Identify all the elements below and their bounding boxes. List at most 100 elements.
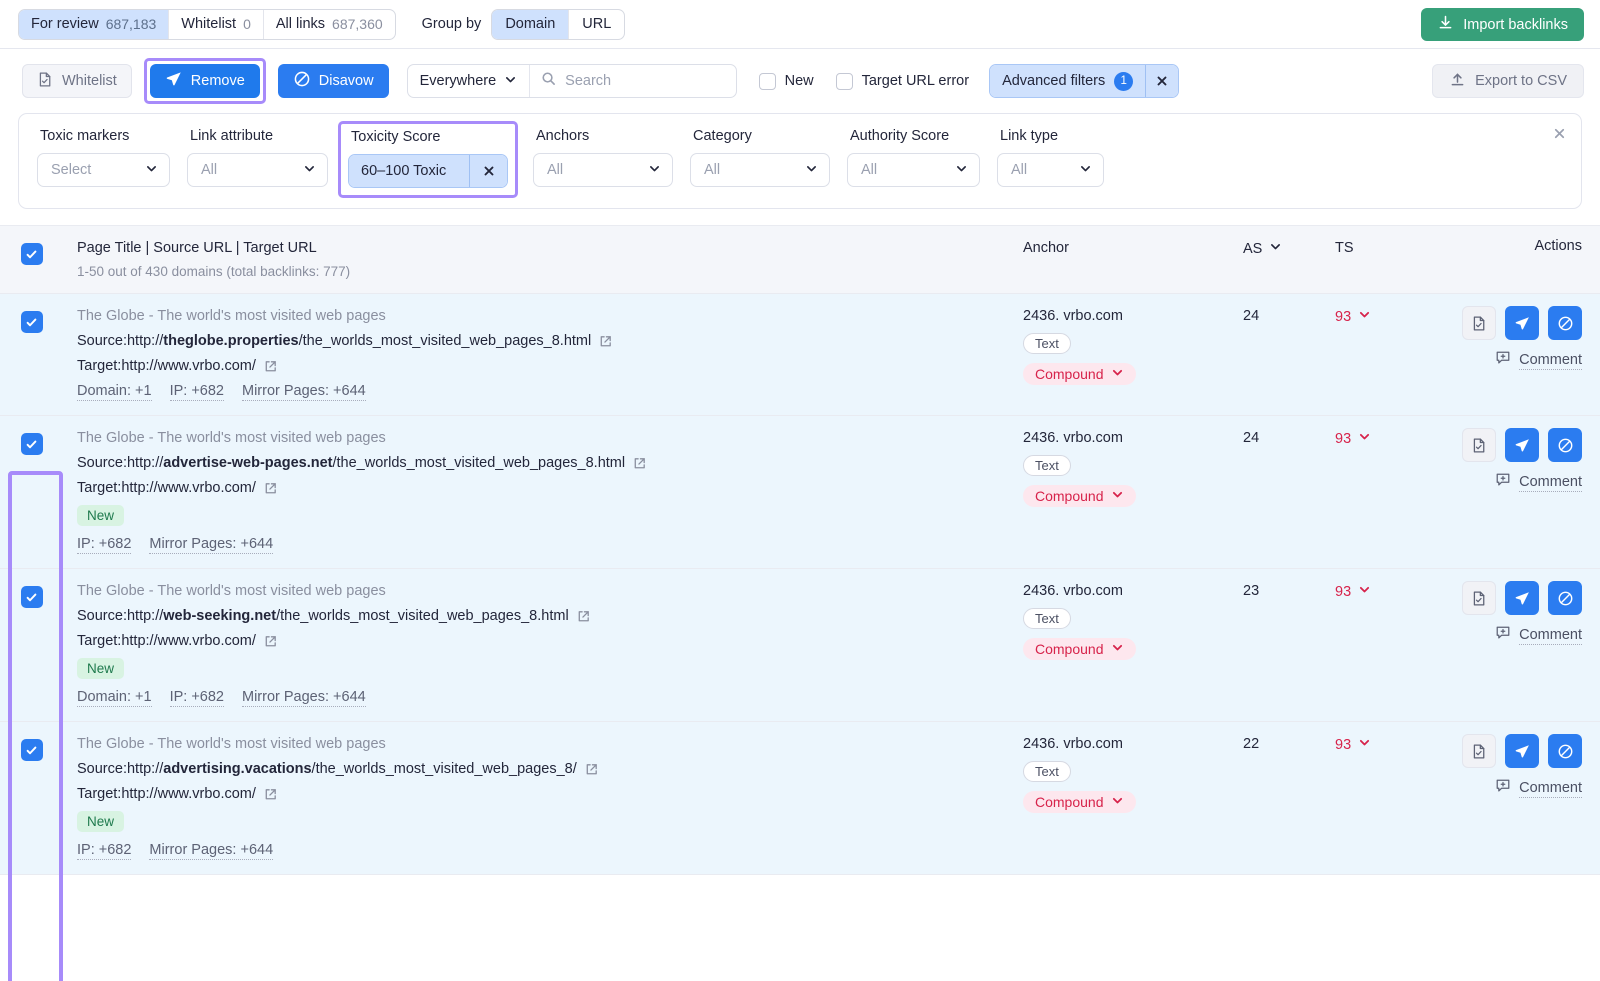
row-ts-cell[interactable]: 93 xyxy=(1335,722,1425,874)
row-meta-ip[interactable]: IP: +682 xyxy=(77,536,132,554)
external-link-icon[interactable] xyxy=(632,456,647,471)
filter-link-attribute-select[interactable]: All xyxy=(187,153,328,187)
filter-anchors-select[interactable]: All xyxy=(533,153,673,187)
row-anchor-cell: 2436. vrbo.com Text Compound xyxy=(1023,722,1243,874)
row-page-title: The Globe - The world's most visited web… xyxy=(77,736,386,752)
external-link-icon[interactable] xyxy=(263,634,278,649)
external-link-icon[interactable] xyxy=(598,334,613,349)
row-meta-ip[interactable]: IP: +682 xyxy=(77,842,132,860)
row-whitelist-action[interactable] xyxy=(1462,581,1496,615)
row-meta-mirror-pages[interactable]: Mirror Pages: +644 xyxy=(241,689,366,707)
row-tag-compound[interactable]: Compound xyxy=(1023,791,1136,813)
chevron-down-icon xyxy=(805,162,818,179)
row-meta-domain[interactable]: Domain: +1 xyxy=(77,383,152,401)
whitelist-button[interactable]: Whitelist xyxy=(22,64,132,98)
row-target-prefix: Target: xyxy=(77,633,122,649)
filter-checkbox-target-url-error[interactable]: Target URL error xyxy=(835,72,969,90)
row-as-value: 22 xyxy=(1243,736,1260,752)
row-meta-mirror-pages[interactable]: Mirror Pages: +644 xyxy=(149,842,274,860)
row-tag-compound[interactable]: Compound xyxy=(1023,638,1136,660)
row-ts-cell[interactable]: 93 xyxy=(1335,294,1425,415)
filter-authority-score-value: All xyxy=(861,162,878,178)
sort-chevron-down-icon[interactable] xyxy=(1269,240,1282,257)
row-disavow-action[interactable] xyxy=(1548,734,1582,768)
filter-toxic-markers-select[interactable]: Select xyxy=(37,153,170,187)
row-ts-cell[interactable]: 93 xyxy=(1335,569,1425,721)
row-meta-mirror-pages[interactable]: Mirror Pages: +644 xyxy=(149,536,274,554)
row-source-domain: theglobe.properties xyxy=(163,333,299,349)
row-ts-cell[interactable]: 93 xyxy=(1335,416,1425,568)
disavow-button[interactable]: Disavow xyxy=(277,64,389,98)
external-link-icon[interactable] xyxy=(576,609,591,624)
row-meta-ip[interactable]: IP: +682 xyxy=(169,383,224,401)
external-link-icon[interactable] xyxy=(584,762,599,777)
external-link-icon[interactable] xyxy=(263,787,278,802)
row-new-badge: New xyxy=(77,505,125,526)
row-meta: IP: +682 Mirror Pages: +644 xyxy=(77,842,1011,860)
chevron-down-icon[interactable] xyxy=(1358,583,1371,600)
row-disavow-action[interactable] xyxy=(1548,428,1582,462)
group-by-url[interactable]: URL xyxy=(569,10,624,39)
table-header-ts[interactable]: TS xyxy=(1335,226,1425,293)
external-link-icon[interactable] xyxy=(263,359,278,374)
row-meta-domain[interactable]: Domain: +1 xyxy=(77,689,152,707)
table-row: The Globe - The world's most visited web… xyxy=(0,416,1600,569)
comment-icon xyxy=(1495,350,1511,371)
remove-button[interactable]: Remove xyxy=(149,64,260,98)
tab-whitelist[interactable]: Whitelist 0 xyxy=(169,9,264,39)
tab-for-review[interactable]: For review 687,183 xyxy=(19,9,170,39)
row-remove-action[interactable] xyxy=(1505,581,1539,615)
filter-checkbox-new[interactable]: New xyxy=(758,72,814,90)
advanced-filters-panel-close[interactable] xyxy=(1552,126,1567,146)
row-remove-action[interactable] xyxy=(1505,734,1539,768)
export-to-csv-button[interactable]: Export to CSV xyxy=(1432,64,1584,98)
row-tag-compound[interactable]: Compound xyxy=(1023,363,1136,385)
tab-whitelist-label: Whitelist xyxy=(181,16,237,32)
advanced-filters-button[interactable]: Advanced filters 1 xyxy=(990,65,1146,97)
chevron-down-icon xyxy=(145,162,158,179)
table-header-anchor-label: Anchor xyxy=(1023,240,1069,256)
row-page-title: The Globe - The world's most visited web… xyxy=(77,308,386,324)
advanced-filters-clear-button[interactable] xyxy=(1145,65,1179,97)
filter-link-type-select[interactable]: All xyxy=(997,153,1104,187)
row-disavow-action[interactable] xyxy=(1548,581,1582,615)
table-header-as[interactable]: AS xyxy=(1243,226,1335,293)
row-meta-ip[interactable]: IP: +682 xyxy=(169,689,224,707)
scope-select[interactable]: Everywhere xyxy=(408,65,531,97)
filter-category-select[interactable]: All xyxy=(690,153,830,187)
table-header-as-label: AS xyxy=(1243,240,1263,257)
row-source-prefix: Source: xyxy=(77,761,127,777)
chevron-down-icon[interactable] xyxy=(1358,430,1371,447)
checkbox-new-box[interactable] xyxy=(758,72,776,90)
row-comment-action[interactable]: Comment xyxy=(1425,778,1582,799)
row-meta-mirror-pages[interactable]: Mirror Pages: +644 xyxy=(241,383,366,401)
row-disavow-action[interactable] xyxy=(1548,306,1582,340)
row-remove-action[interactable] xyxy=(1505,428,1539,462)
row-target-line: Target: http://www.vrbo.com/ xyxy=(77,786,1011,802)
row-whitelist-action[interactable] xyxy=(1462,306,1496,340)
chevron-down-icon[interactable] xyxy=(1358,736,1371,753)
filter-toxicity-score-clear[interactable] xyxy=(469,155,507,187)
row-remove-action[interactable] xyxy=(1505,306,1539,340)
row-comment-action[interactable]: Comment xyxy=(1425,625,1582,646)
row-checkbox[interactable] xyxy=(20,739,43,761)
chevron-down-icon[interactable] xyxy=(1358,308,1371,325)
row-comment-action[interactable]: Comment xyxy=(1425,350,1582,371)
row-checkbox[interactable] xyxy=(20,311,43,333)
external-link-icon[interactable] xyxy=(263,481,278,496)
row-checkbox[interactable] xyxy=(20,586,43,608)
row-checkbox[interactable] xyxy=(20,433,43,455)
row-whitelist-action[interactable] xyxy=(1462,734,1496,768)
row-whitelist-action[interactable] xyxy=(1462,428,1496,462)
checkbox-target-url-error-box[interactable] xyxy=(835,72,853,90)
row-comment-action[interactable]: Comment xyxy=(1425,472,1582,493)
select-all-checkbox[interactable] xyxy=(20,243,43,265)
row-ts-value: 93 xyxy=(1335,430,1352,447)
search-input[interactable] xyxy=(565,73,725,89)
import-backlinks-button[interactable]: Import backlinks xyxy=(1421,8,1584,41)
filter-authority-score-select[interactable]: All xyxy=(847,153,980,187)
tab-all-links[interactable]: All links 687,360 xyxy=(264,10,395,39)
row-tag-compound[interactable]: Compound xyxy=(1023,485,1136,507)
filter-toxicity-score-value[interactable]: 60–100 Toxic xyxy=(349,155,469,187)
group-by-domain[interactable]: Domain xyxy=(492,9,570,39)
